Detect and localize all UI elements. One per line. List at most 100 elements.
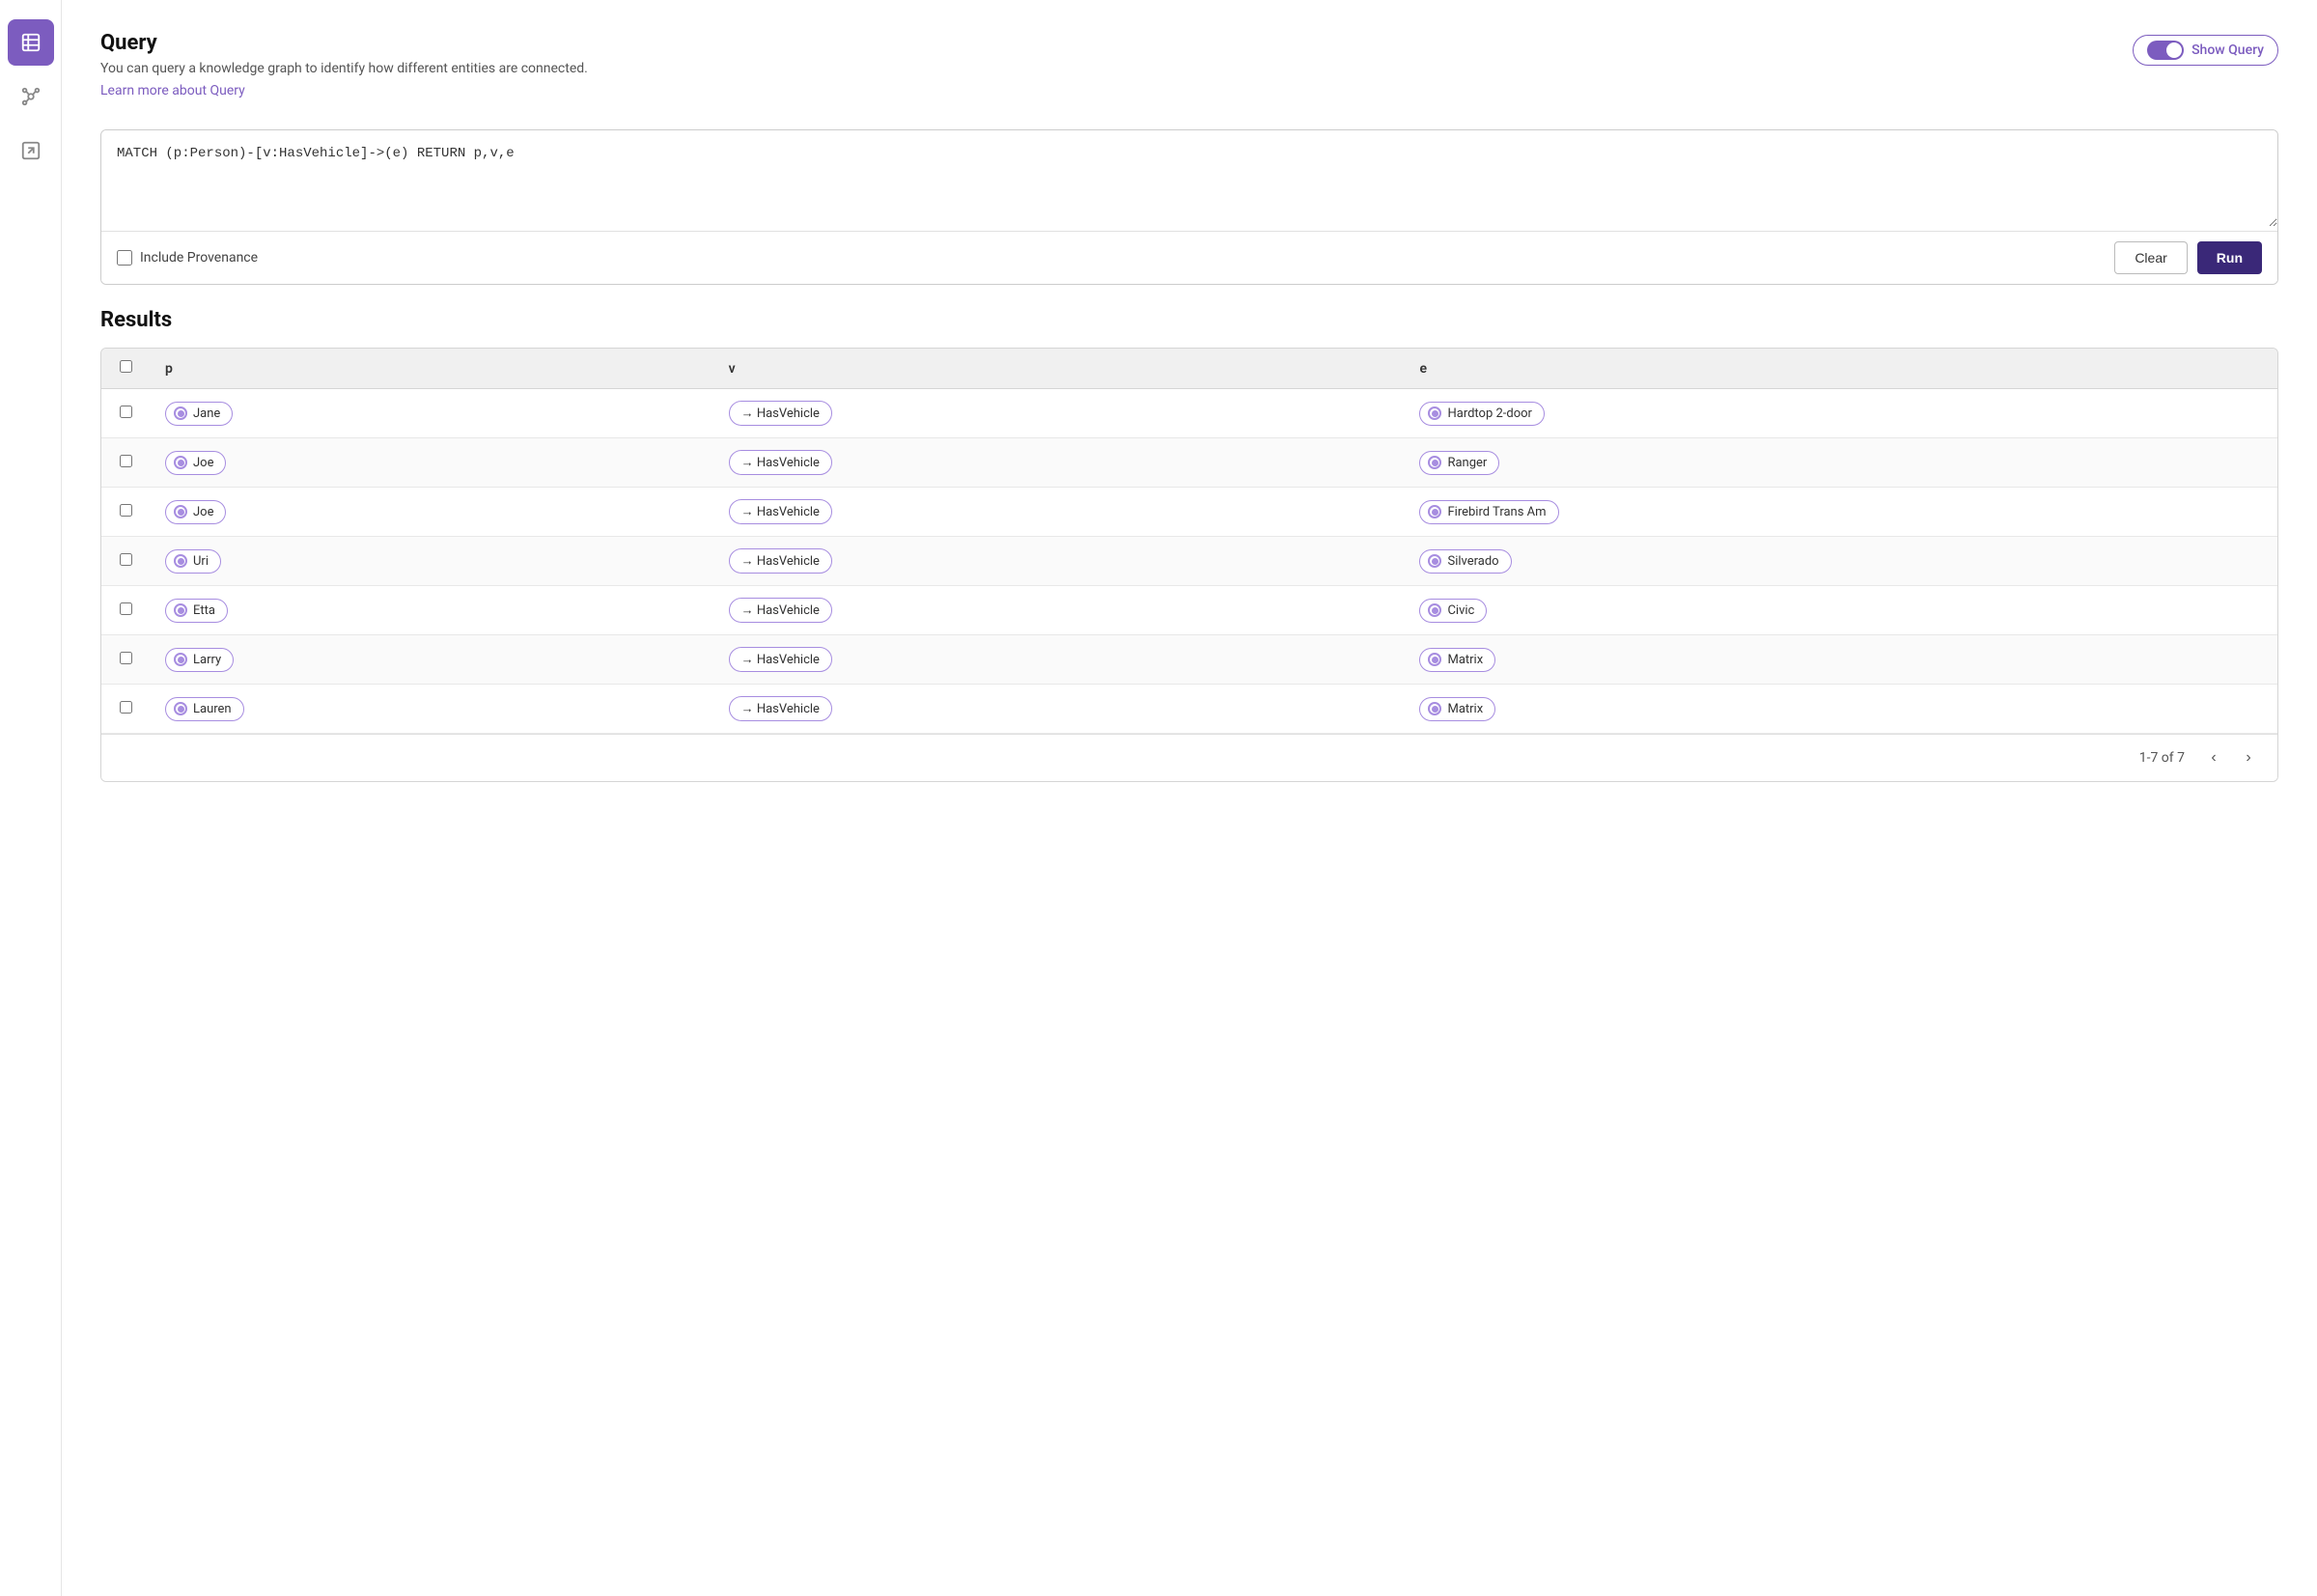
- main-content: Query You can query a knowledge graph to…: [62, 0, 2317, 1596]
- relation-pill: → HasVehicle: [729, 499, 832, 524]
- relation-pill: → HasVehicle: [729, 647, 832, 672]
- row-checkbox[interactable]: [120, 652, 132, 664]
- entity-name: Civic: [1447, 603, 1474, 618]
- table-row: Lauren → HasVehicle Matrix: [101, 685, 2277, 734]
- query-input[interactable]: [101, 130, 2277, 227]
- table-icon: [20, 32, 42, 53]
- person-dot: [174, 702, 187, 715]
- cell-e: Firebird Trans Am: [1404, 488, 2277, 537]
- query-footer: Include Provenance Clear Run: [101, 231, 2277, 284]
- person-pill: Uri: [165, 549, 221, 574]
- cell-p: Uri: [150, 537, 713, 586]
- entity-dot: [1428, 456, 1441, 469]
- export-icon: [20, 140, 42, 161]
- learn-more-link[interactable]: Learn more about Query: [100, 83, 245, 98]
- relation-text: → HasVehicle: [741, 553, 820, 569]
- row-checkbox-cell: [101, 438, 150, 488]
- entity-name: Silverado: [1447, 554, 1498, 569]
- table-row: Etta → HasVehicle Civic: [101, 586, 2277, 635]
- relation-text: → HasVehicle: [741, 504, 820, 519]
- row-checkbox[interactable]: [120, 701, 132, 714]
- person-pill: Joe: [165, 451, 226, 475]
- cell-v: → HasVehicle: [713, 685, 1405, 734]
- cell-e: Civic: [1404, 586, 2277, 635]
- row-checkbox-cell: [101, 685, 150, 734]
- col-v: v: [713, 349, 1405, 389]
- relation-text: → HasVehicle: [741, 406, 820, 421]
- table-row: Joe → HasVehicle Firebird Trans Am: [101, 488, 2277, 537]
- person-pill: Etta: [165, 599, 228, 623]
- cell-e: Matrix: [1404, 635, 2277, 685]
- query-header: Query You can query a knowledge graph to…: [100, 31, 2278, 114]
- run-button[interactable]: Run: [2197, 241, 2262, 274]
- table-row: Jane → HasVehicle Hardtop 2-door: [101, 389, 2277, 438]
- row-checkbox[interactable]: [120, 406, 132, 418]
- person-dot: [174, 406, 187, 420]
- next-page-button[interactable]: ›: [2235, 744, 2262, 771]
- query-actions: Clear Run: [2114, 241, 2262, 274]
- entity-name: Firebird Trans Am: [1447, 505, 1546, 519]
- relation-pill: → HasVehicle: [729, 401, 832, 426]
- row-checkbox-cell: [101, 488, 150, 537]
- cell-v: → HasVehicle: [713, 537, 1405, 586]
- row-checkbox[interactable]: [120, 553, 132, 566]
- entity-name: Hardtop 2-door: [1447, 406, 1532, 421]
- row-checkbox-cell: [101, 586, 150, 635]
- sidebar-item-graph[interactable]: [8, 73, 54, 120]
- person-pill: Joe: [165, 500, 226, 524]
- row-checkbox[interactable]: [120, 602, 132, 615]
- relation-pill: → HasVehicle: [729, 598, 832, 623]
- entity-dot: [1428, 406, 1441, 420]
- table-footer: 1-7 of 7 ‹ ›: [101, 734, 2277, 781]
- person-name: Joe: [193, 505, 213, 519]
- person-pill: Larry: [165, 648, 234, 672]
- results-table-wrap: p v e Jane → HasVehicle Hardtop 2-door J…: [100, 348, 2278, 782]
- sidebar-item-table[interactable]: [8, 19, 54, 66]
- query-description: You can query a knowledge graph to ident…: [100, 61, 588, 76]
- person-pill: Lauren: [165, 697, 244, 721]
- person-name: Uri: [193, 554, 209, 569]
- entity-pill: Matrix: [1419, 697, 1495, 721]
- relation-pill: → HasVehicle: [729, 548, 832, 574]
- query-box: Include Provenance Clear Run: [100, 129, 2278, 285]
- include-provenance-label[interactable]: Include Provenance: [117, 250, 258, 266]
- entity-name: Matrix: [1447, 653, 1483, 667]
- person-name: Etta: [193, 603, 215, 618]
- table-row: Uri → HasVehicle Silverado: [101, 537, 2277, 586]
- entity-pill: Silverado: [1419, 549, 1511, 574]
- cell-v: → HasVehicle: [713, 586, 1405, 635]
- cell-e: Silverado: [1404, 537, 2277, 586]
- cell-e: Ranger: [1404, 438, 2277, 488]
- entity-pill: Ranger: [1419, 451, 1499, 475]
- query-header-left: Query You can query a knowledge graph to…: [100, 31, 588, 114]
- results-table: p v e Jane → HasVehicle Hardtop 2-door J…: [101, 349, 2277, 734]
- entity-dot: [1428, 554, 1441, 568]
- row-checkbox[interactable]: [120, 504, 132, 517]
- table-row: Joe → HasVehicle Ranger: [101, 438, 2277, 488]
- row-checkbox[interactable]: [120, 455, 132, 467]
- cell-v: → HasVehicle: [713, 635, 1405, 685]
- sidebar-item-export[interactable]: [8, 127, 54, 174]
- cell-p: Etta: [150, 586, 713, 635]
- relation-text: → HasVehicle: [741, 455, 820, 470]
- entity-pill: Matrix: [1419, 648, 1495, 672]
- person-dot: [174, 505, 187, 518]
- clear-button[interactable]: Clear: [2114, 241, 2187, 274]
- cell-p: Lauren: [150, 685, 713, 734]
- entity-name: Matrix: [1447, 702, 1483, 716]
- cell-v: → HasVehicle: [713, 389, 1405, 438]
- prev-page-button[interactable]: ‹: [2200, 744, 2227, 771]
- relation-text: → HasVehicle: [741, 701, 820, 716]
- entity-pill: Hardtop 2-door: [1419, 402, 1545, 426]
- entity-pill: Firebird Trans Am: [1419, 500, 1558, 524]
- row-checkbox-cell: [101, 537, 150, 586]
- cell-p: Larry: [150, 635, 713, 685]
- include-provenance-checkbox[interactable]: [117, 250, 132, 266]
- entity-dot: [1428, 603, 1441, 617]
- select-all-checkbox[interactable]: [120, 360, 132, 373]
- show-query-toggle[interactable]: Show Query: [2133, 35, 2278, 66]
- entity-dot: [1428, 653, 1441, 666]
- person-name: Lauren: [193, 702, 232, 716]
- cell-v: → HasVehicle: [713, 488, 1405, 537]
- person-pill: Jane: [165, 402, 233, 426]
